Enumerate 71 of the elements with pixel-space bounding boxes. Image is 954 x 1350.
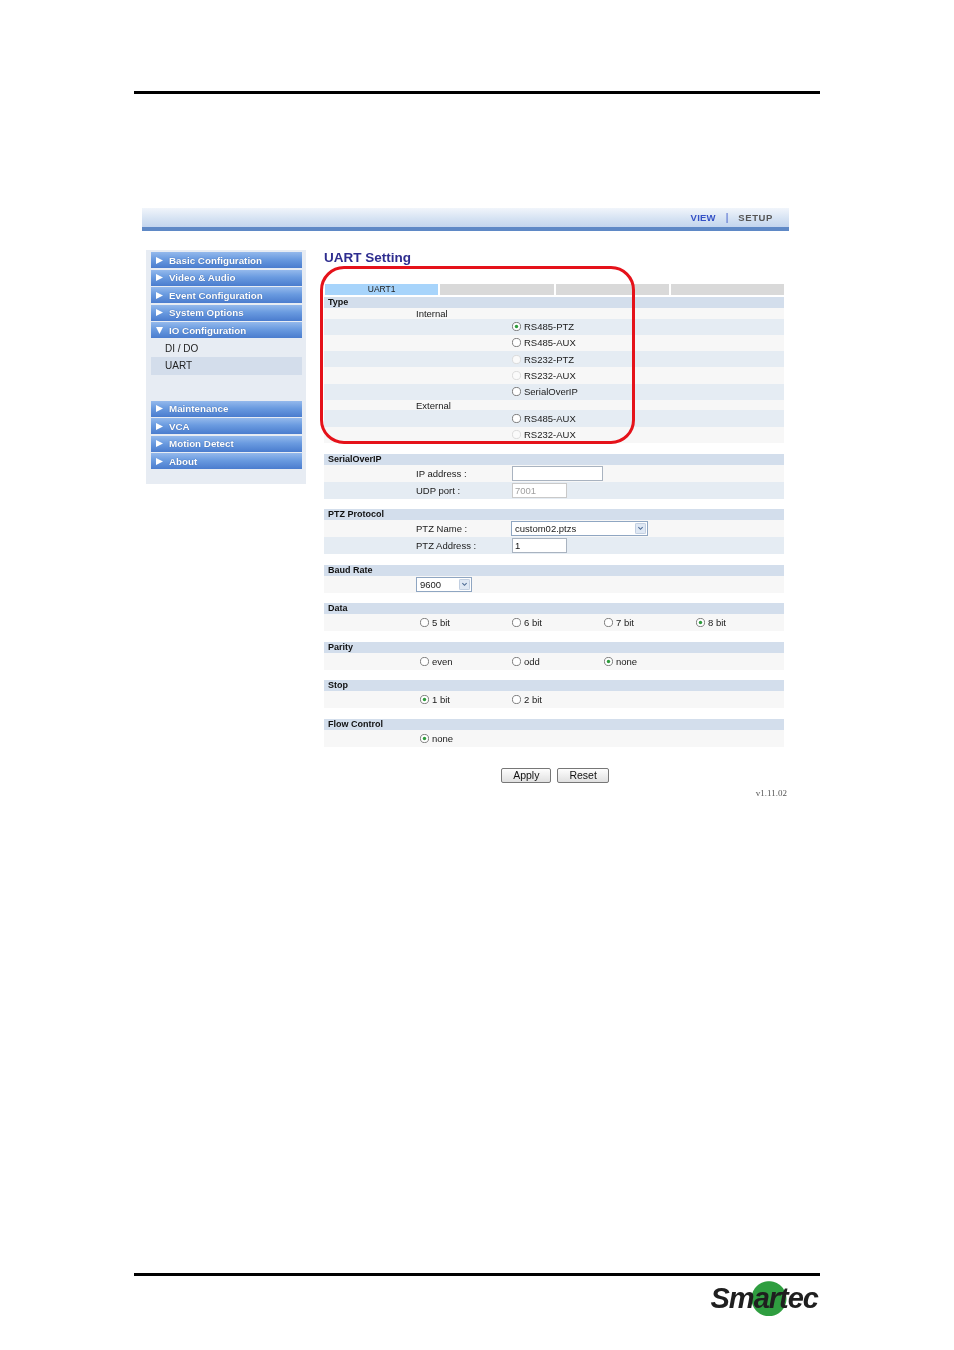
- field-label: PTZ Address :: [416, 540, 478, 552]
- apply-button[interactable]: Apply: [501, 767, 552, 783]
- tab[interactable]: UART1: [325, 284, 439, 295]
- radio-label: 5 bit: [432, 617, 450, 629]
- radio-label: 7 bit: [616, 617, 634, 629]
- radio-label: none: [616, 655, 638, 667]
- tab[interactable]: [555, 284, 669, 295]
- radio-label: 1 bit: [432, 694, 450, 706]
- nav-separator: |: [725, 212, 729, 223]
- sidebar-item[interactable]: About: [151, 453, 302, 469]
- section-header: Stop: [324, 680, 784, 692]
- group-label: Internal: [416, 308, 449, 319]
- radio-label: 6 bit: [524, 617, 542, 629]
- chevron-down-icon: [635, 523, 646, 535]
- section-header: PTZ Protocol: [324, 509, 784, 521]
- reset-button[interactable]: Reset: [557, 767, 609, 783]
- section-header: Flow Control: [324, 718, 784, 730]
- radio-label: RS232-PTZ: [524, 353, 575, 365]
- sidebar-subitem[interactable]: DI / DO: [151, 339, 302, 357]
- radio-label: RS232-AUX: [524, 429, 576, 441]
- section-header: Parity: [324, 641, 784, 653]
- radio-button[interactable]: [512, 656, 521, 666]
- radio-button[interactable]: [696, 618, 705, 628]
- radio-button[interactable]: [604, 618, 613, 628]
- radio-label: SerialOverIP: [524, 386, 578, 398]
- nav-link[interactable]: SETUP: [738, 212, 773, 223]
- radio-label: 8 bit: [708, 617, 726, 629]
- version-text: v1.11.02: [754, 787, 787, 798]
- section-header: Data: [324, 603, 784, 615]
- radio-label: odd: [524, 655, 540, 667]
- nav-link[interactable]: VIEW: [690, 212, 716, 223]
- group-label: External: [416, 400, 452, 411]
- radio-button[interactable]: [512, 695, 521, 705]
- radio-button[interactable]: [420, 733, 429, 743]
- radio-label: RS485-AUX: [524, 413, 576, 425]
- sidebar-item[interactable]: Basic Configuration: [151, 252, 302, 268]
- radio-button[interactable]: [420, 695, 429, 705]
- field-label: PTZ Name :: [416, 523, 469, 535]
- radio-button[interactable]: [512, 322, 521, 332]
- sidebar-item[interactable]: Maintenance: [151, 400, 302, 417]
- radio-button[interactable]: [604, 656, 613, 666]
- text-field[interactable]: 1: [512, 538, 567, 554]
- sidebar-item[interactable]: Event Configuration: [151, 287, 302, 303]
- radio-button[interactable]: [512, 414, 521, 424]
- radio-label: RS485-PTZ: [524, 321, 575, 333]
- radio-label: none: [432, 732, 454, 744]
- section-header: Type: [324, 297, 784, 308]
- radio-label: 2 bit: [524, 694, 542, 706]
- radio-button[interactable]: [420, 618, 429, 628]
- radio-label: RS485-AUX: [524, 337, 576, 349]
- sidebar-item[interactable]: Motion Detect: [151, 435, 302, 452]
- radio-button[interactable]: [420, 656, 429, 666]
- chevron-down-icon: [459, 578, 470, 590]
- radio-label: RS232-AUX: [524, 370, 576, 382]
- dropdown[interactable]: 9600: [416, 576, 472, 592]
- radio-button[interactable]: [512, 618, 521, 628]
- radio-button[interactable]: [512, 338, 521, 348]
- radio-label: even: [432, 655, 453, 667]
- page-title: UART Setting: [324, 250, 412, 266]
- sidebar-item[interactable]: VCA: [151, 418, 302, 434]
- text-field[interactable]: [512, 465, 603, 481]
- field-label: IP address :: [416, 467, 468, 479]
- dropdown[interactable]: custom02.ptzs: [511, 521, 648, 537]
- sidebar-item[interactable]: IO Configuration: [151, 322, 302, 338]
- sidebar-item[interactable]: System Options: [151, 304, 302, 321]
- section-header: Baud Rate: [324, 564, 784, 576]
- section-header: SerialOverIP: [324, 453, 784, 465]
- sidebar-subitem[interactable]: UART: [151, 357, 302, 375]
- radio-button[interactable]: [512, 387, 521, 397]
- field-label: UDP port :: [416, 484, 462, 496]
- sidebar-item[interactable]: Video & Audio: [151, 269, 302, 286]
